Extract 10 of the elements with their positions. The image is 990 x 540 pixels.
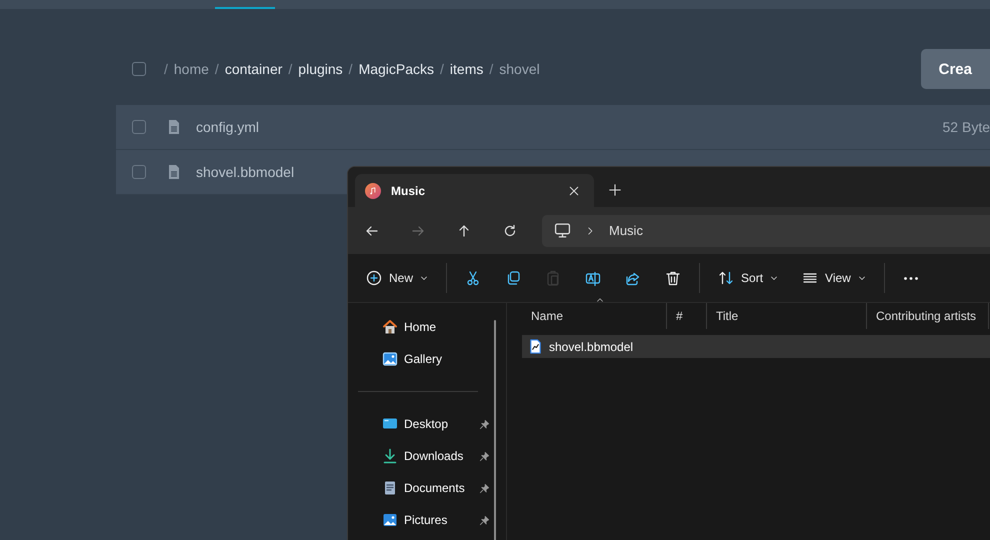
path-separator: / bbox=[288, 61, 292, 77]
path-separator: / bbox=[348, 61, 353, 77]
file-size: 52 Byte bbox=[942, 119, 990, 135]
file-name: shovel.bbmodel bbox=[549, 340, 634, 354]
path-separator: / bbox=[164, 61, 168, 77]
path-separator: / bbox=[489, 61, 494, 77]
address-text: Music bbox=[609, 223, 643, 238]
path-separator: / bbox=[214, 61, 219, 77]
path-separator: / bbox=[440, 61, 444, 77]
tab-title: Music bbox=[391, 184, 426, 198]
